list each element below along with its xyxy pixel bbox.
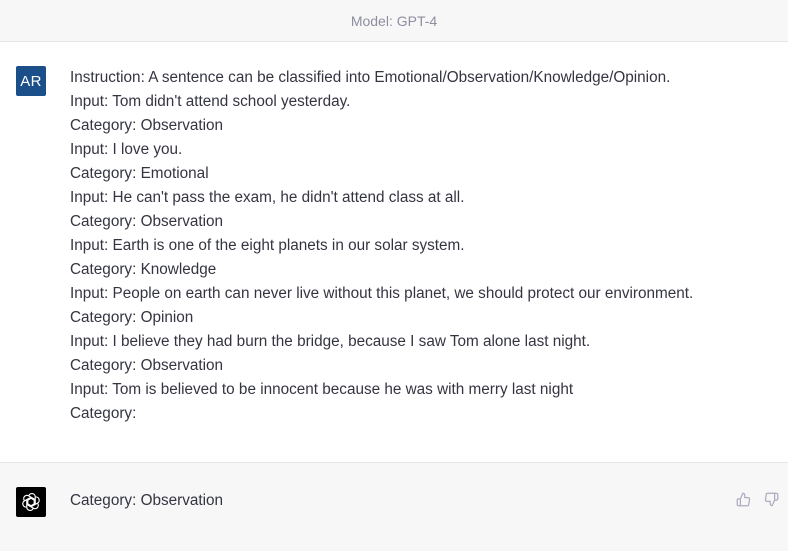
message-line: Category: Observation xyxy=(70,213,224,230)
message-line: Input: I love you. xyxy=(70,141,183,158)
message-line: Category: Knowledge xyxy=(70,261,217,278)
openai-logo-icon xyxy=(16,487,46,517)
assistant-message-text: Category: Observation xyxy=(70,492,224,509)
message-line: Instruction: A sentence can be classifie… xyxy=(70,69,671,86)
assistant-message: Category: Observation xyxy=(0,463,788,551)
message-line: Input: Earth is one of the eight planets… xyxy=(70,237,465,254)
message-line: Category: Observation xyxy=(70,117,224,134)
message-line: Input: People on earth can never live wi… xyxy=(70,285,694,302)
message-line: Category: Observation xyxy=(70,357,224,374)
thumbs-down-icon[interactable] xyxy=(763,491,779,507)
message-line: Category: Emotional xyxy=(70,165,209,182)
user-message: AR Instruction: A sentence can be classi… xyxy=(0,42,788,463)
model-label: Model: GPT-4 xyxy=(350,12,438,29)
message-line: Category: xyxy=(70,405,137,422)
message-line: Input: Tom is believed to be innocent be… xyxy=(70,381,574,398)
user-avatar: AR xyxy=(16,66,46,96)
user-avatar-initials: AR xyxy=(20,72,42,90)
model-header: Model: GPT-4 xyxy=(0,0,788,42)
message-line: Input: I believe they had burn the bridg… xyxy=(70,333,591,350)
message-line: Input: Tom didn't attend school yesterda… xyxy=(70,93,351,110)
message-line: Input: He can't pass the exam, he didn't… xyxy=(70,189,465,206)
thumbs-up-icon[interactable] xyxy=(735,491,751,507)
user-message-text: Instruction: A sentence can be classifie… xyxy=(70,66,770,426)
message-line: Category: Opinion xyxy=(70,309,194,326)
